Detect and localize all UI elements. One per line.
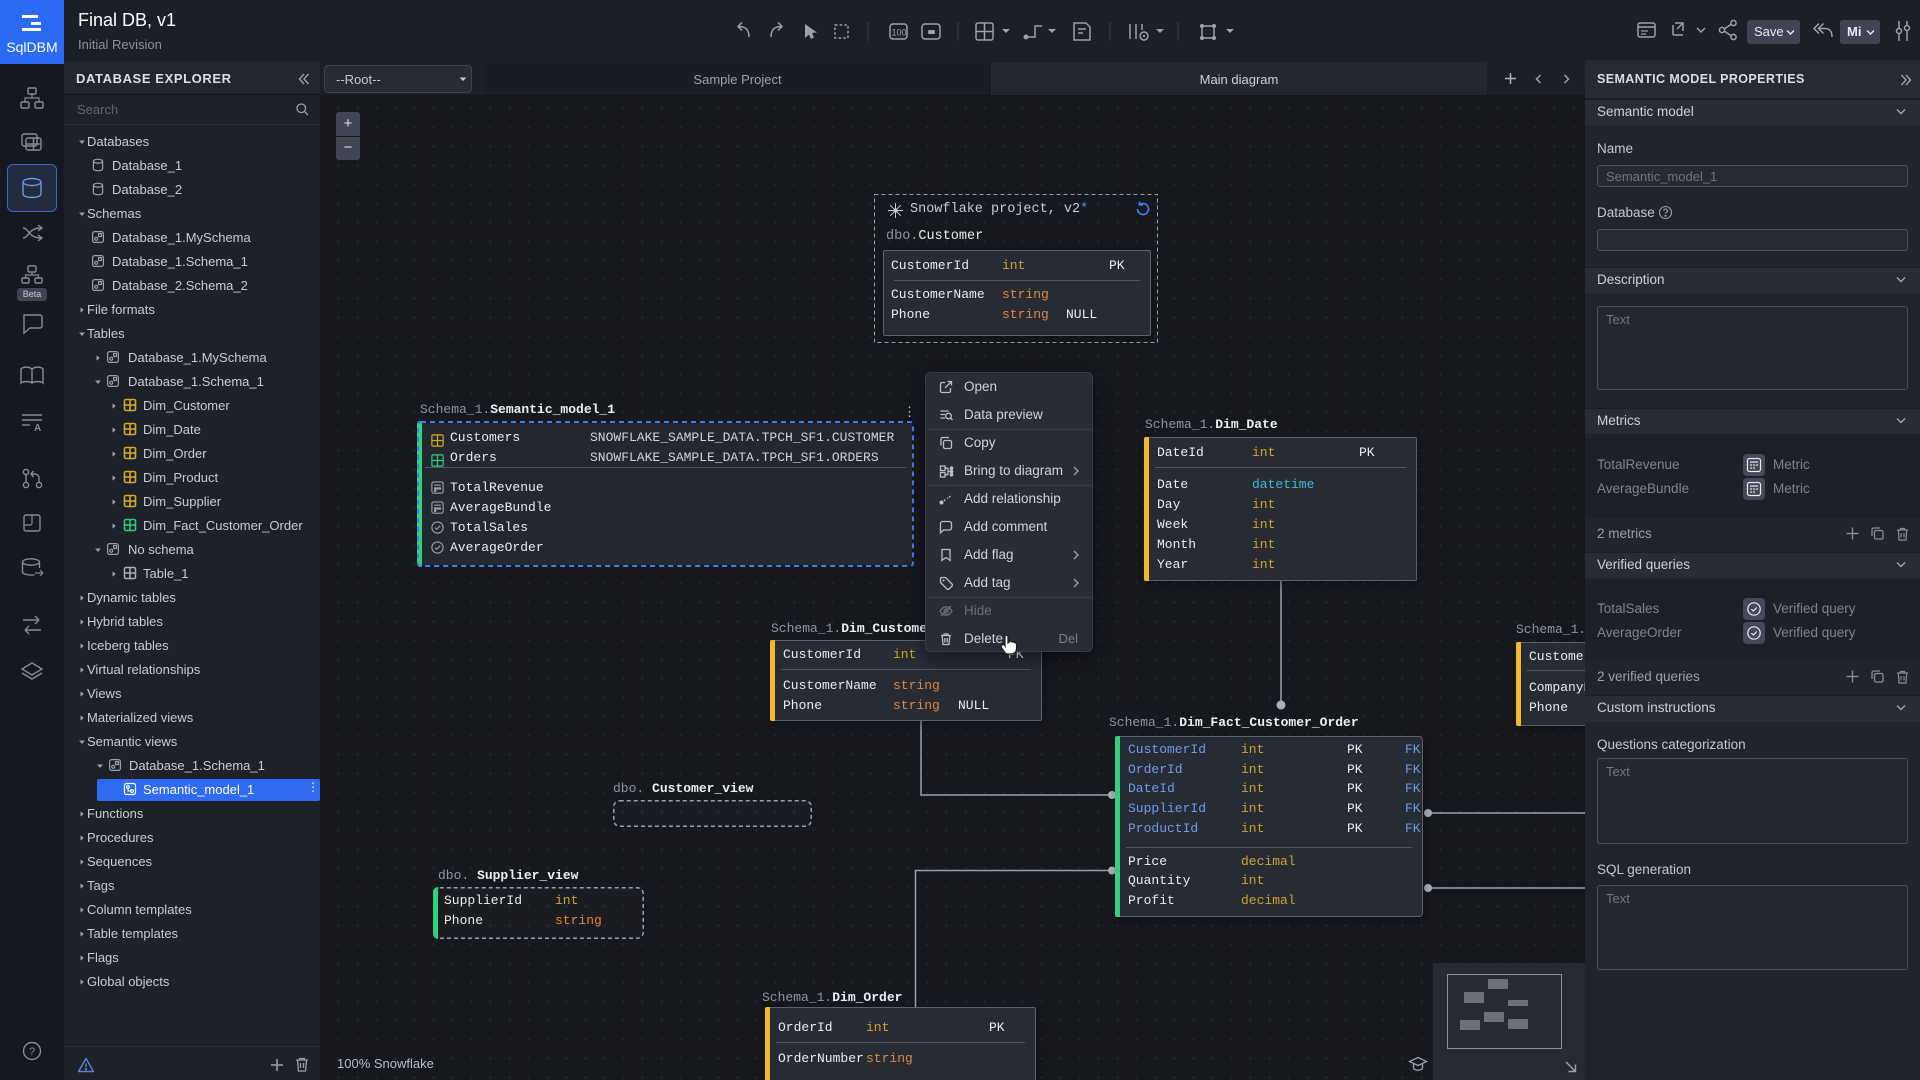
svg-text:?: ? (29, 1046, 35, 1058)
svg-text:A: A (34, 423, 41, 434)
svg-text:100: 100 (892, 28, 907, 38)
